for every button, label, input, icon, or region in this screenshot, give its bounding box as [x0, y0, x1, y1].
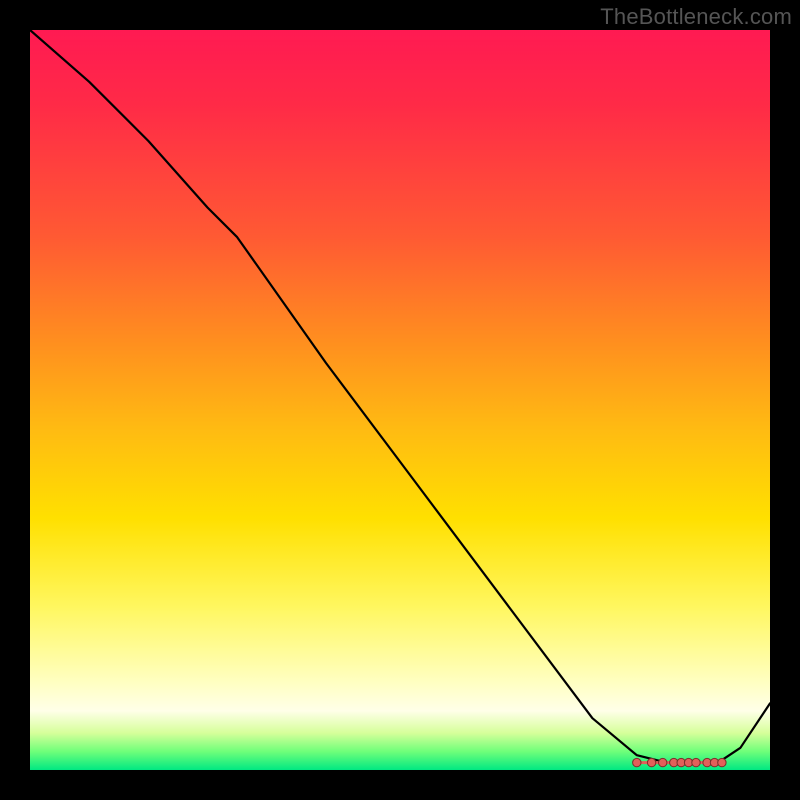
marker-dots: [633, 758, 727, 766]
marker-dot: [647, 758, 655, 766]
plot-area: [30, 30, 770, 770]
chart-frame: TheBottleneck.com: [0, 0, 800, 800]
marker-dot: [659, 758, 667, 766]
marker-dot: [718, 758, 726, 766]
watermark-text: TheBottleneck.com: [600, 4, 792, 30]
plot-overlay: [30, 30, 770, 770]
marker-dot: [692, 758, 700, 766]
main-curve: [30, 30, 770, 763]
marker-dot: [633, 758, 641, 766]
